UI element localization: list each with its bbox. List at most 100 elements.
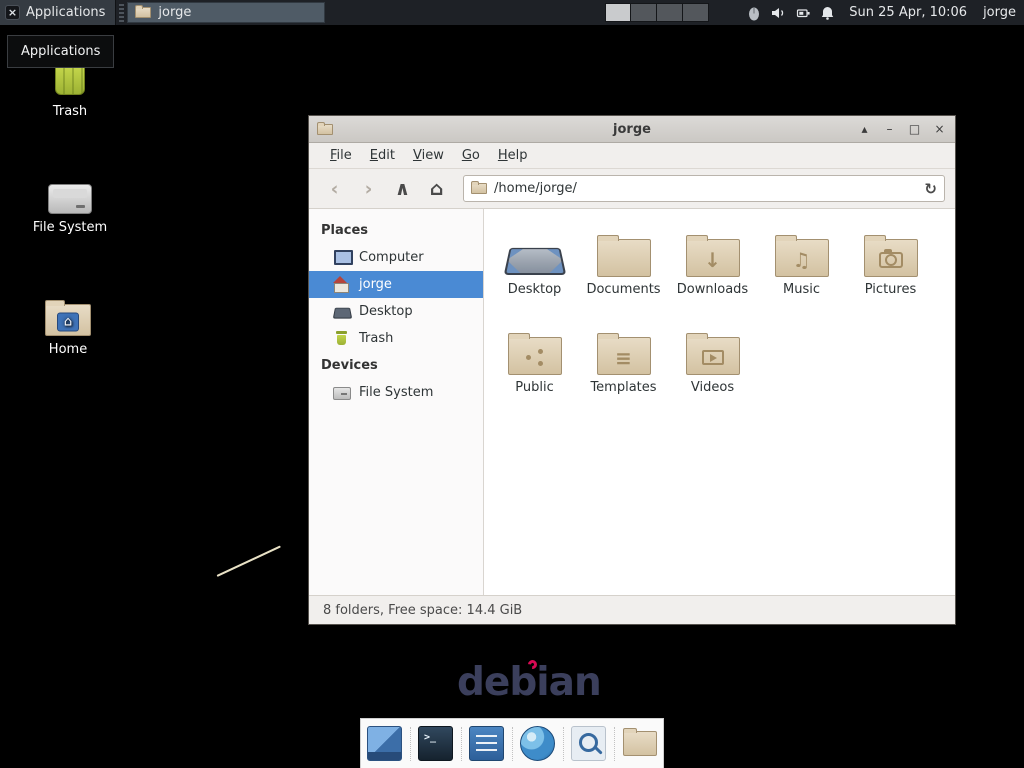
desktop-icon-label: Home [26,342,110,357]
home-button[interactable]: ⌂ [421,175,452,203]
dock-terminal-button[interactable] [415,723,457,765]
desktop-icon-home[interactable]: ⌂ Home [26,296,110,357]
path-folder-icon [471,183,487,194]
workspace-3[interactable] [657,3,683,22]
drive-icon [333,385,350,400]
menu-edit[interactable]: Edit [361,144,404,167]
titlebar[interactable]: jorge ▴ – □ × [309,116,955,143]
back-button[interactable]: ‹ [319,175,350,203]
close-button[interactable]: × [932,121,947,137]
bottom-dock [360,718,664,768]
dock-show-desktop-button[interactable] [364,723,406,765]
panel-user-label: jorge [983,5,1016,20]
folder-icon [579,221,668,277]
sidebar-item-trash[interactable]: Trash [309,325,483,352]
forward-button[interactable]: › [353,175,384,203]
file-label: Public [490,380,579,395]
sidebar-item-computer[interactable]: Computer [309,244,483,271]
menubar: File Edit View Go Help [309,143,955,169]
panel-handle[interactable] [119,4,124,22]
file-item-pictures[interactable]: Pictures [846,221,935,319]
file-grid: Desktop Documents ↓ Downloads ♫ Music [484,209,955,595]
task-button-jorge[interactable]: jorge [127,2,325,23]
path-bar[interactable]: ↻ [463,175,945,202]
home-icon [333,277,350,292]
file-item-videos[interactable]: Videos [668,319,757,417]
menu-view[interactable]: View [404,144,453,167]
terminal-icon [418,726,453,761]
file-item-music[interactable]: ♫ Music [757,221,846,319]
applications-menu-button[interactable]: × Applications [0,0,116,25]
file-item-documents[interactable]: Documents [579,221,668,319]
desktop-icon-file-system[interactable]: File System [22,176,118,235]
file-item-desktop[interactable]: Desktop [490,221,579,319]
workspace-4[interactable] [683,3,709,22]
reload-button[interactable]: ↻ [924,180,937,198]
shade-button[interactable]: ▴ [857,121,872,137]
window-buttons: ▴ – □ × [857,121,947,137]
file-label: Pictures [846,282,935,297]
folder-pictures-icon [846,221,935,277]
down-arrow-emblem-icon: ↓ [687,240,739,276]
house-emblem-icon: ⌂ [57,312,79,331]
menu-file[interactable]: File [321,144,361,167]
magnifier-icon [571,726,606,761]
sidebar-item-label: Computer [359,250,424,265]
music-note-emblem-icon: ♫ [776,240,828,276]
up-button[interactable]: ∧ [387,175,418,203]
workspace-1[interactable] [605,3,631,22]
folder-icon [623,731,657,756]
mouse-icon[interactable] [747,5,761,21]
sidebar-item-jorge[interactable]: jorge [309,271,483,298]
folder-downloads-icon: ↓ [668,221,757,277]
share-emblem-icon [509,338,561,374]
sidebar-item-label: jorge [359,277,392,292]
dock-web-browser-button[interactable] [517,723,559,765]
desktop-icon-label: File System [22,220,118,235]
bell-icon[interactable] [820,5,835,21]
sidebar: Places Computer jorge Desktop Trash Devi… [309,209,484,595]
home-folder-icon: ⌂ [45,304,91,336]
text-lines-icon [469,726,504,761]
task-button-label: jorge [158,5,191,20]
dock-app-finder-button[interactable] [568,723,610,765]
sidebar-item-file-system[interactable]: File System [309,379,483,406]
sidebar-item-label: File System [359,385,433,400]
file-label: Desktop [490,282,579,297]
camera-emblem-icon [865,240,917,276]
sidebar-item-desktop[interactable]: Desktop [309,298,483,325]
file-item-downloads[interactable]: ↓ Downloads [668,221,757,319]
file-label: Downloads [668,282,757,297]
menu-help[interactable]: Help [489,144,537,167]
desktop-icon-label: Trash [30,104,110,119]
sidebar-item-label: Trash [359,331,393,346]
volume-icon[interactable] [770,5,786,21]
path-input[interactable] [494,181,917,196]
xfce-logo-icon: × [5,5,20,20]
statusbar: 8 folders, Free space: 14.4 GiB [309,595,955,624]
applications-tooltip: Applications [7,35,114,68]
battery-icon[interactable] [795,5,811,21]
film-emblem-icon [687,338,739,374]
workspace-2[interactable] [631,3,657,22]
maximize-button[interactable]: □ [907,121,922,137]
devices-header: Devices [309,352,483,379]
file-item-public[interactable]: Public [490,319,579,417]
toolbar: ‹ › ∧ ⌂ ↻ [309,169,955,209]
dock-text-editor-button[interactable] [466,723,508,765]
folder-videos-icon [668,319,757,375]
folder-share-icon [490,319,579,375]
panel-clock[interactable]: Sun 25 Apr, 10:06 [849,5,967,20]
desktop-pad-icon [490,221,579,277]
menu-go[interactable]: Go [453,144,489,167]
desktop-preview-icon [367,726,402,761]
dock-separator [563,727,564,761]
window-body: Places Computer jorge Desktop Trash Devi… [309,209,955,595]
folder-music-icon: ♫ [757,221,846,277]
computer-icon [333,250,350,265]
dock-file-manager-button[interactable] [619,723,661,765]
file-item-templates[interactable]: ≡ Templates [579,319,668,417]
minimize-button[interactable]: – [882,121,897,137]
file-label: Templates [579,380,668,395]
file-label: Documents [579,282,668,297]
